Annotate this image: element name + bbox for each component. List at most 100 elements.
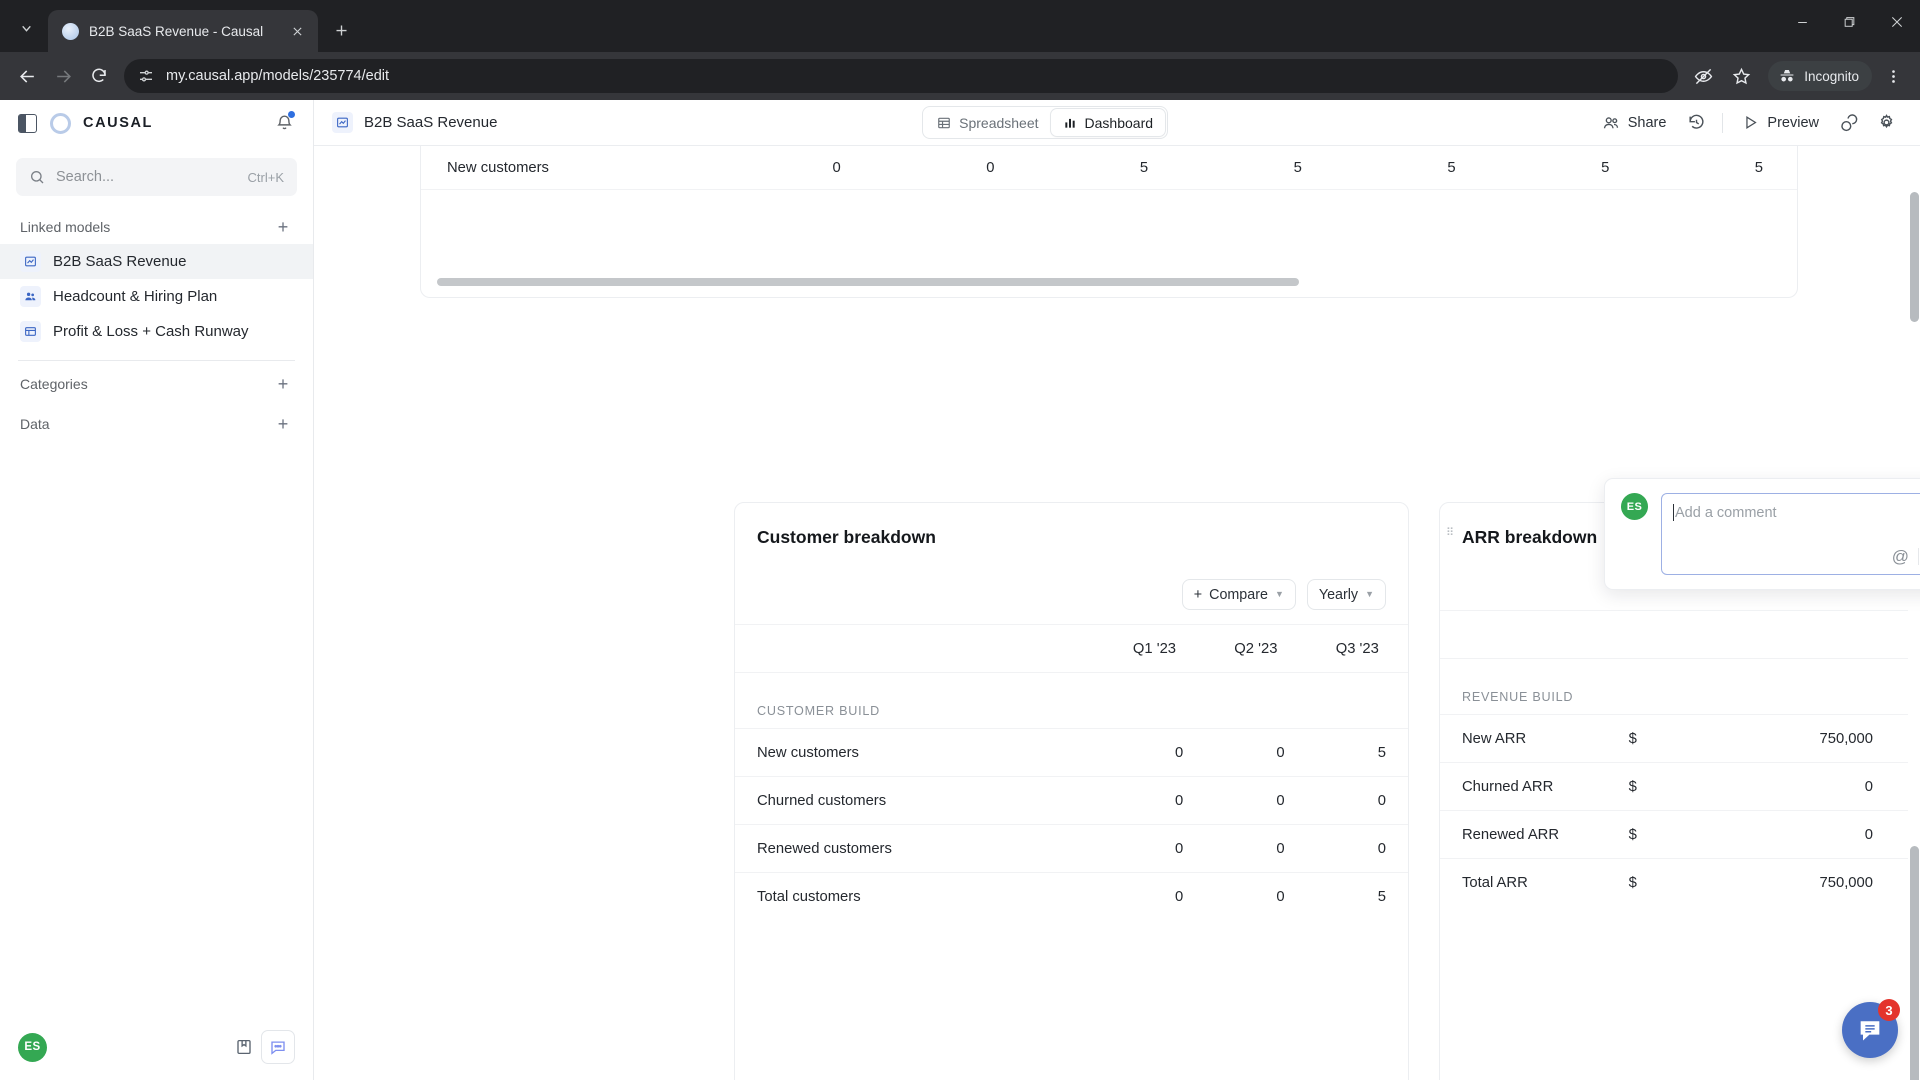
preview-button[interactable]: Preview	[1733, 107, 1828, 139]
people-model-icon	[20, 286, 41, 307]
tune-icon[interactable]	[138, 68, 154, 84]
table-cell: 0	[986, 159, 995, 176]
section-title: Categories	[20, 376, 88, 392]
star-icon[interactable]	[1724, 59, 1758, 93]
scrollbar-thumb-top[interactable]	[1910, 192, 1919, 322]
book-icon[interactable]	[227, 1030, 261, 1064]
browser-tab[interactable]: B2B SaaS Revenue - Causal	[48, 10, 318, 52]
at-sign-icon[interactable]: @	[1892, 548, 1909, 565]
sidebar-section-categories[interactable]: Categories +	[0, 361, 313, 401]
add-linked-model-button[interactable]: +	[273, 217, 293, 237]
view-switch: Spreadsheet Dashboard	[922, 106, 1169, 139]
card-controls: + Compare ▼ Yearly ▼	[735, 579, 1408, 624]
people-icon	[1602, 114, 1620, 132]
minimize-icon[interactable]	[1779, 0, 1826, 44]
search-shortcut: Ctrl+K	[247, 169, 284, 185]
table-icon	[937, 116, 951, 130]
section-title: Linked models	[20, 219, 111, 235]
sidebar-item-label: Profit & Loss + Cash Runway	[53, 323, 249, 340]
page-favicon	[62, 22, 79, 40]
sidebar-section-data[interactable]: Data +	[0, 401, 313, 441]
avatar[interactable]: ES	[18, 1032, 47, 1062]
comment-popover: ES Add a comment @	[1604, 478, 1920, 590]
bar-chart-icon	[1063, 116, 1077, 130]
card-title: ARR breakdown	[1462, 527, 1598, 547]
vertical-scrollbar[interactable]	[1908, 146, 1920, 1080]
history-icon[interactable]	[1680, 107, 1712, 139]
compare-dropdown[interactable]: + Compare ▼	[1181, 579, 1296, 610]
reload-icon[interactable]	[82, 59, 116, 93]
divider	[1722, 112, 1724, 133]
plus-icon[interactable]	[324, 13, 358, 47]
currency-symbol: $	[1622, 858, 1663, 907]
plus-icon: +	[1193, 586, 1203, 603]
chart-model-icon	[332, 112, 353, 133]
status-badge: 3	[1878, 999, 1900, 1021]
sidebar-item-label: Headcount & Hiring Plan	[53, 288, 218, 305]
sidebar-item-headcount-hiring-plan[interactable]: Headcount & Hiring Plan	[0, 279, 313, 314]
share-label: Share	[1627, 114, 1667, 131]
page-title: B2B SaaS Revenue	[364, 114, 498, 131]
table-row: Renewed ARR $ 0	[1440, 810, 1920, 859]
incognito-indicator[interactable]: Incognito	[1768, 61, 1872, 91]
sidebar-item-profit-loss-cash-runway[interactable]: Profit & Loss + Cash Runway	[0, 314, 313, 349]
table-cell: 0	[1205, 728, 1307, 777]
browser-toolbar: my.causal.app/models/235774/edit Incogni…	[0, 52, 1920, 100]
add-data-button[interactable]: +	[273, 414, 293, 434]
toolbar-right-group: Incognito	[1686, 59, 1910, 93]
causal-app: CAUSAL Search... Ctrl+K Linked models + …	[0, 100, 1920, 1080]
tab-spreadsheet[interactable]: Spreadsheet	[925, 109, 1050, 136]
tab-search-icon[interactable]	[8, 10, 44, 46]
comment-field-actions: @	[1892, 546, 1920, 567]
document-chip[interactable]: B2B SaaS Revenue	[332, 112, 497, 133]
kebab-menu-icon[interactable]	[1876, 59, 1910, 93]
brand[interactable]: CAUSAL	[50, 112, 153, 134]
eye-off-icon[interactable]	[1686, 59, 1720, 93]
column-header	[735, 624, 1104, 673]
row-label: New customers	[735, 728, 1104, 777]
table-cell: 0	[1306, 776, 1408, 825]
currency-symbol: $	[1622, 714, 1663, 763]
placeholder-text: Add a comment	[1675, 504, 1777, 521]
play-icon	[1742, 114, 1759, 131]
window-controls	[1779, 0, 1920, 44]
card-title: Customer breakdown	[757, 527, 936, 547]
table-row: Churned customers 0 0 0	[735, 776, 1408, 825]
search-input[interactable]: Search... Ctrl+K	[16, 158, 297, 196]
row-label: Churned ARR	[1440, 762, 1623, 811]
support-chat-button[interactable]: 3	[1842, 999, 1900, 1058]
table-cell: 0	[832, 159, 841, 176]
column-header: Q1 '23	[1103, 624, 1206, 673]
preview-label: Preview	[1767, 114, 1819, 131]
horizontal-scrollbar[interactable]	[437, 278, 1299, 286]
close-icon[interactable]	[286, 20, 308, 42]
add-category-button[interactable]: +	[273, 374, 293, 394]
table-cell: 0	[1205, 776, 1307, 825]
table-cell: 5	[1601, 159, 1610, 176]
sidebar-header: CAUSAL	[0, 100, 313, 146]
row-label: Renewed ARR	[1440, 810, 1623, 859]
drag-handle-icon[interactable]: ⠿	[1446, 528, 1458, 539]
sidebar: CAUSAL Search... Ctrl+K Linked models + …	[0, 100, 314, 1080]
sidebar-item-label: B2B SaaS Revenue	[53, 253, 187, 270]
share-button[interactable]: Share	[1593, 107, 1676, 139]
gear-icon[interactable]	[1870, 107, 1902, 139]
close-icon[interactable]	[1873, 0, 1920, 44]
table-cell: 0	[1662, 762, 1920, 811]
comments-icon[interactable]	[1833, 107, 1865, 139]
panel-collapse-icon[interactable]	[18, 113, 37, 133]
table-cell: 0	[1205, 872, 1307, 921]
table-cell: 0	[1103, 728, 1206, 777]
maximize-icon[interactable]	[1826, 0, 1873, 44]
table-cell: 5	[1139, 159, 1149, 176]
chevron-down-icon: ▼	[1365, 589, 1374, 599]
chat-bubble-icon[interactable]	[261, 1030, 295, 1064]
arrow-left-icon[interactable]	[10, 59, 44, 93]
omnibox[interactable]: my.causal.app/models/235774/edit	[124, 59, 1679, 93]
period-dropdown[interactable]: Yearly ▼	[1306, 579, 1386, 610]
table-cell: 750,000	[1662, 858, 1920, 907]
comment-input[interactable]: Add a comment @	[1661, 493, 1920, 575]
sidebar-item-b2b-saas-revenue[interactable]: B2B SaaS Revenue	[0, 244, 313, 279]
tab-dashboard[interactable]: Dashboard	[1050, 109, 1166, 136]
scrollbar-thumb[interactable]	[1910, 846, 1919, 1080]
